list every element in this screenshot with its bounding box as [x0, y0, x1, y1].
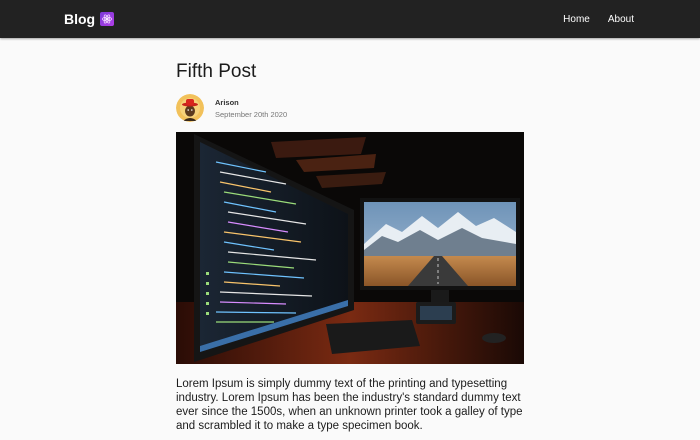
brand-name: Blog [64, 11, 96, 27]
author-row: Arison September 20th 2020 [176, 93, 524, 123]
nav-about-link[interactable]: About [608, 14, 634, 25]
nav-links: Home About [563, 0, 634, 38]
post-title: Fifth Post [176, 61, 257, 82]
author-meta: Arison September 20th 2020 [215, 98, 287, 119]
brand-link[interactable]: Blog [64, 0, 115, 38]
author-avatar [176, 94, 204, 122]
post-article: Fifth Post Arison September 20th 2020 Lo… [176, 38, 524, 433]
nav-home-link[interactable]: Home [563, 14, 590, 25]
atom-logo-icon [100, 12, 115, 26]
hero-image [176, 132, 524, 364]
post-body: Lorem Ipsum is simply dummy text of the … [176, 378, 523, 432]
top-navbar: Blog Home About [0, 0, 700, 38]
author-name: Arison [215, 97, 239, 107]
post-date: September 20th 2020 [215, 109, 288, 119]
